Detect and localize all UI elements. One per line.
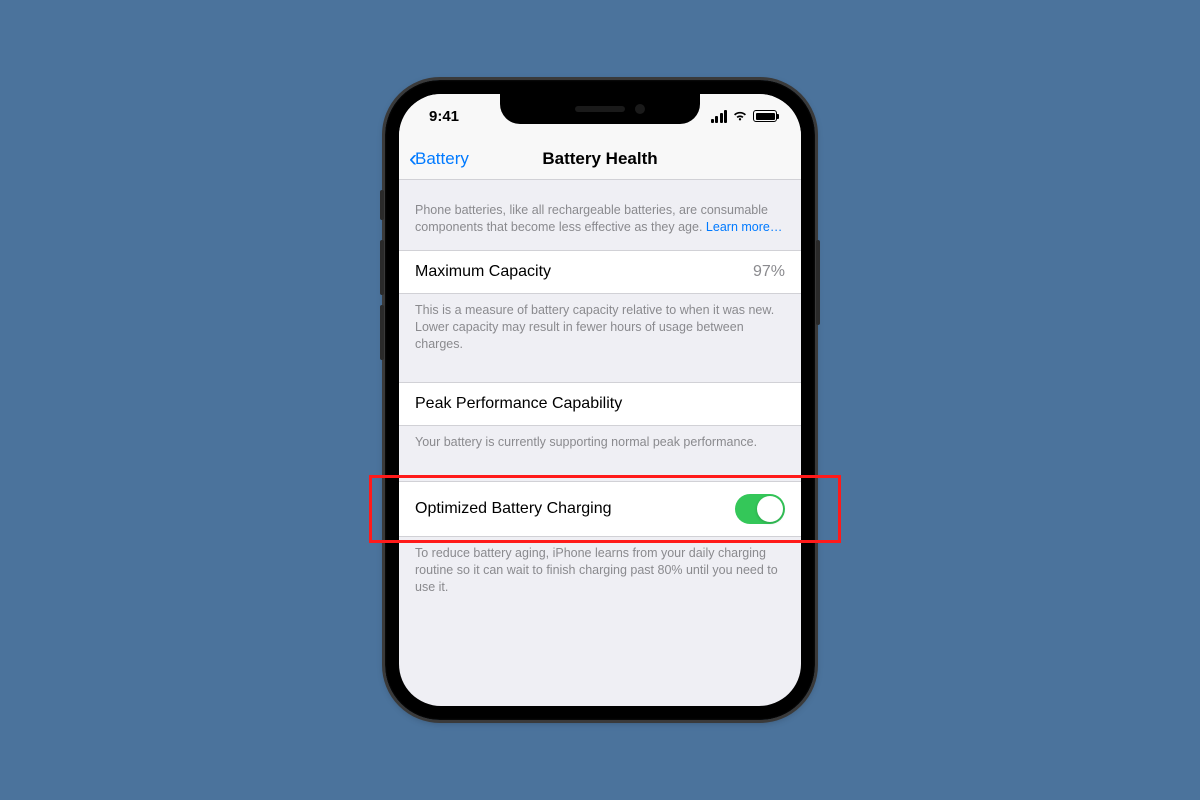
nav-bar: ‹ Battery Battery Health — [399, 138, 801, 180]
wifi-icon — [732, 110, 748, 122]
screen: 9:41 ‹ Battery Battery Health Phone batt… — [399, 94, 801, 706]
peak-performance-footer: Your battery is currently supporting nor… — [399, 426, 801, 463]
optimized-charging-toggle[interactable] — [735, 494, 785, 524]
volume-down-button — [380, 305, 384, 360]
volume-up-button — [380, 240, 384, 295]
optimized-charging-footer: To reduce battery aging, iPhone learns f… — [399, 537, 801, 608]
maximum-capacity-value: 97% — [753, 263, 785, 281]
battery-icon — [753, 110, 777, 122]
peak-performance-row[interactable]: Peak Performance Capability — [399, 382, 801, 426]
optimized-charging-label: Optimized Battery Charging — [415, 500, 612, 518]
cellular-signal-icon — [711, 110, 728, 123]
settings-content: Phone batteries, like all rechargeable b… — [399, 180, 801, 608]
intro-text: Phone batteries, like all rechargeable b… — [399, 180, 801, 250]
peak-performance-label: Peak Performance Capability — [415, 395, 622, 413]
maximum-capacity-label: Maximum Capacity — [415, 263, 551, 281]
phone-frame: 9:41 ‹ Battery Battery Health Phone batt… — [385, 80, 815, 720]
back-label: Battery — [415, 149, 469, 169]
back-button[interactable]: ‹ Battery — [409, 147, 469, 171]
side-button — [816, 240, 820, 325]
mute-switch — [380, 190, 384, 220]
optimized-charging-row: Optimized Battery Charging — [399, 481, 801, 537]
learn-more-link[interactable]: Learn more… — [706, 220, 782, 234]
notch — [500, 94, 700, 124]
maximum-capacity-row[interactable]: Maximum Capacity 97% — [399, 250, 801, 294]
page-title: Battery Health — [542, 149, 657, 169]
status-time: 9:41 — [429, 108, 459, 125]
maximum-capacity-footer: This is a measure of battery capacity re… — [399, 294, 801, 365]
